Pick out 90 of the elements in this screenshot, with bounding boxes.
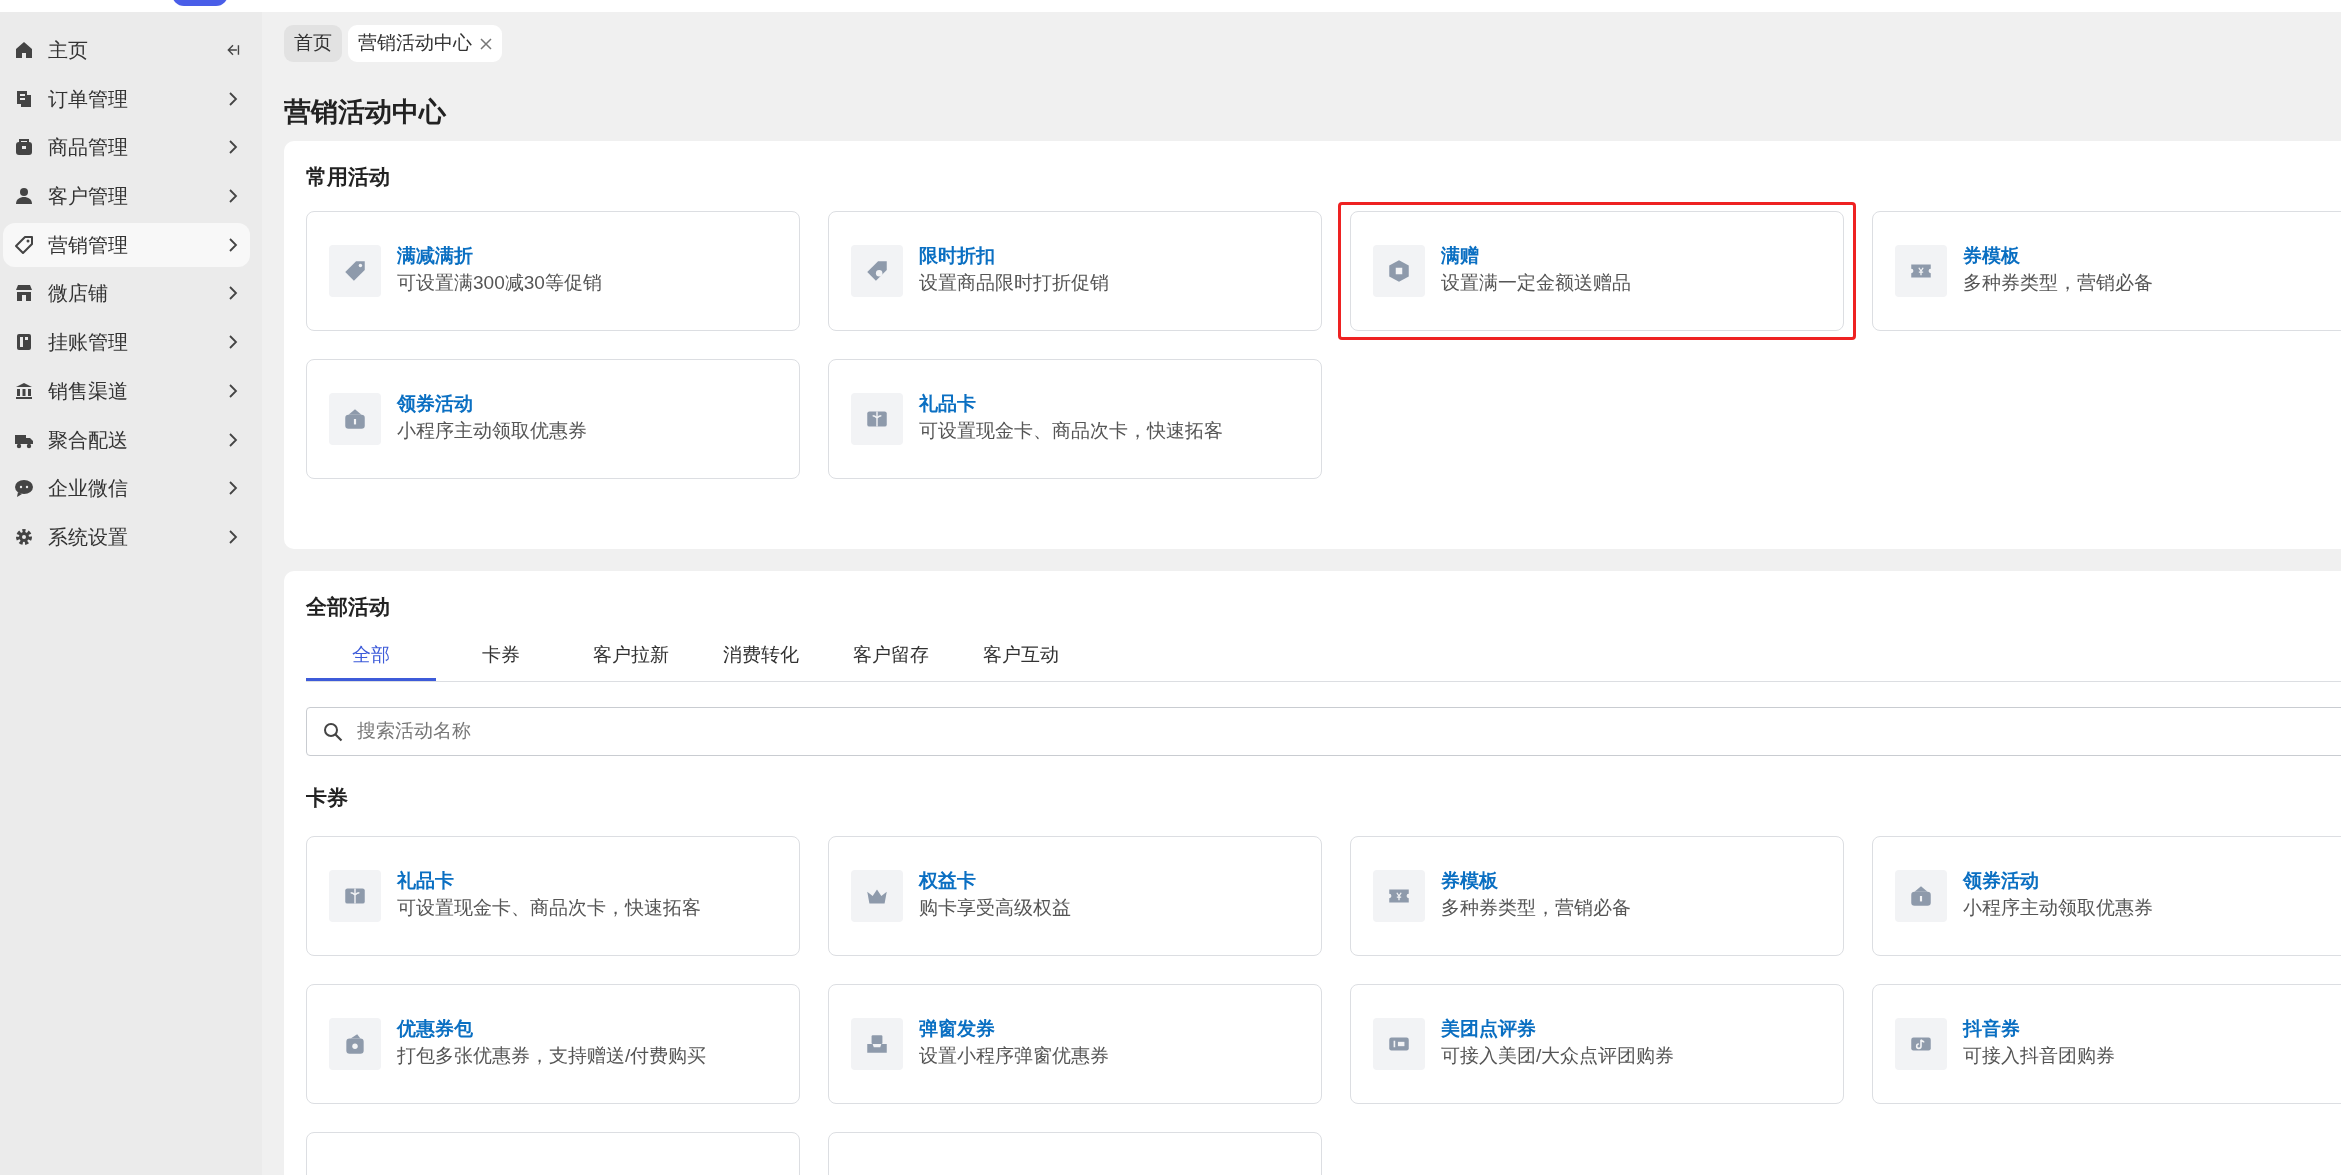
sidebar-item[interactable]: 客户管理 [3, 174, 250, 219]
chevron-right-icon [226, 139, 240, 156]
activity-title: 礼品卡 [919, 392, 977, 416]
activity-title: 弹窗发券 [919, 1017, 996, 1041]
search-input[interactable]: 搜索活动名称 [355, 716, 2341, 747]
tag-icon [14, 234, 34, 255]
category-tab[interactable]: 客户拉新 [566, 633, 696, 681]
chevron-right-icon [226, 480, 240, 497]
activity-title: 满减满折 [397, 244, 474, 268]
chevron-right-icon [226, 188, 240, 205]
activity-description: 设置满一定金额送赠品 [1441, 271, 1631, 295]
activity-description: 小程序主动领取优惠券 [397, 419, 587, 443]
section-title: 卡券 [306, 785, 349, 811]
sidebar-item[interactable]: 销售渠道 [3, 368, 250, 413]
chevron-right-icon [226, 236, 240, 253]
category-tab[interactable]: 全部 [306, 633, 436, 681]
sidebar-item[interactable]: 系统设置 [3, 514, 250, 559]
collapse-icon [226, 42, 240, 58]
section-title: 常用活动 [306, 164, 391, 190]
chevron-right-icon [226, 90, 240, 107]
sidebar-item[interactable]: 聚合配送 [3, 417, 250, 462]
sidebar-item[interactable]: 商品管理 [3, 125, 250, 170]
activity-card[interactable]: 满减满折 可设置满300减30等促销 [306, 211, 800, 331]
category-tab[interactable]: 消费转化 [696, 633, 826, 681]
person-icon [14, 186, 34, 207]
sidebar-item[interactable]: 主页 [3, 28, 250, 72]
page-title: 营销活动中心 [284, 96, 447, 129]
chevron-right-icon [226, 382, 240, 399]
chevron-right-icon [226, 334, 240, 351]
gear-icon [14, 526, 34, 547]
activity-title: 领券活动 [1963, 869, 2040, 893]
sidebar-item[interactable]: 营销管理 [3, 222, 250, 267]
activity-title: 美团点评券 [1441, 1017, 1537, 1041]
sidebar-item[interactable]: 企业微信 [3, 466, 250, 511]
house-icon [14, 40, 34, 60]
activity-card[interactable]: 礼品卡 可设置现金卡、商品次卡，快速拓客 [828, 359, 1322, 479]
section-title: 全部活动 [306, 594, 391, 620]
activity-title: 券模板 [1963, 244, 2021, 268]
activity-card[interactable]: 美团点评券 可接入美团/大众点评团购券 [1350, 984, 1844, 1104]
activity-description: 多种券类型，营销必备 [1441, 896, 1631, 920]
activity-card[interactable]: 券模板 多种券类型，营销必备 [1872, 211, 2341, 331]
activity-card[interactable]: 优惠券包 打包多张优惠券，支持赠送/付费购买 [306, 984, 800, 1104]
activity-card[interactable]: 券模板 多种券类型，营销必备 [1350, 836, 1844, 956]
activity-card[interactable]: 领券活动 小程序主动领取优惠券 [306, 359, 800, 479]
chevron-right-icon [226, 285, 240, 302]
search-icon [323, 721, 343, 742]
activity-title: 权益卡 [919, 869, 977, 893]
activity-description: 可设置满300减30等促销 [397, 271, 602, 295]
activity-card[interactable]: 限时折扣 设置商品限时打折促销 [828, 211, 1322, 331]
activity-card[interactable]: 满赠 设置满一定金额送赠品 [1350, 211, 1844, 331]
search-field[interactable]: 搜索活动名称 [306, 707, 2341, 756]
activity-description: 可设置现金卡、商品次卡，快速拓客 [397, 896, 701, 920]
activity-description: 购卡享受高级权益 [919, 896, 1071, 920]
activity-description: 设置小程序弹窗优惠券 [919, 1044, 1109, 1068]
activity-title: 满赠 [1441, 244, 1480, 268]
category-tab[interactable]: 卡券 [436, 633, 566, 681]
activity-card[interactable]: 抖音券 可接入抖音团购券 [1872, 984, 2341, 1104]
activity-description: 可接入抖音团购券 [1963, 1044, 2115, 1068]
activity-title: 限时折扣 [919, 244, 996, 268]
bank-icon [14, 380, 34, 401]
page-tab[interactable]: 营销活动中心 [348, 25, 502, 62]
sidebar-item[interactable]: 挂账管理 [3, 320, 250, 365]
ledger-icon [14, 332, 34, 353]
category-tab[interactable]: 客户留存 [826, 633, 956, 681]
activity-title: 礼品卡 [397, 869, 455, 893]
activity-description: 多种券类型，营销必备 [1963, 271, 2153, 295]
sidebar-item[interactable]: 订单管理 [3, 76, 250, 121]
activity-title: 领券活动 [397, 392, 474, 416]
chevron-right-icon [226, 528, 240, 545]
activity-card[interactable]: 弹窗发券 设置小程序弹窗优惠券 [828, 984, 1322, 1104]
chat-icon [14, 478, 34, 499]
activity-description: 可接入美团/大众点评团购券 [1441, 1044, 1675, 1068]
activity-card[interactable]: 礼品卡 可设置现金卡、商品次卡，快速拓客 [306, 836, 800, 956]
activity-card[interactable]: 权益卡 购卡享受高级权益 [828, 836, 1322, 956]
activity-title: 抖音券 [1963, 1017, 2021, 1041]
sidebar-item[interactable]: 微店铺 [3, 271, 250, 316]
activity-title: 券模板 [1441, 869, 1499, 893]
activity-card[interactable]: 领券活动 小程序主动领取优惠券 [1872, 836, 2341, 956]
activity-description: 设置商品限时打折促销 [919, 271, 1109, 295]
activity-description: 可设置现金卡、商品次卡，快速拓客 [919, 419, 1223, 443]
category-tab[interactable]: 客户互动 [956, 633, 1086, 681]
activity-description: 打包多张优惠券，支持赠送/付费购买 [397, 1044, 707, 1068]
page-tab[interactable]: 首页 [284, 25, 342, 62]
activity-title: 优惠券包 [397, 1017, 474, 1041]
receipt-icon [14, 88, 34, 109]
chevron-right-icon [226, 431, 240, 448]
hexagon-icon [1386, 258, 1412, 284]
activity-description: 小程序主动领取优惠券 [1963, 896, 2153, 920]
bag-icon [14, 137, 34, 158]
shop-icon [14, 283, 34, 304]
